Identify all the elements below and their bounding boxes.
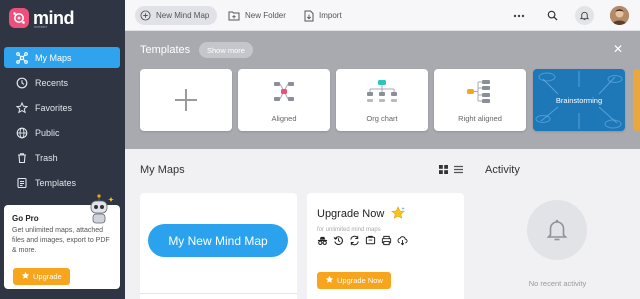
sidebar-item-favorites[interactable]: Favorites [4,97,120,118]
star-badge-icon [21,271,30,282]
template-label: Aligned [271,114,297,123]
star-icon [16,101,28,114]
cloud-download-icon [397,235,408,249]
plus-circle-icon [140,10,151,21]
new-mind-map-button[interactable]: New Mind Map [135,6,217,25]
pro-feature-icons [317,235,408,249]
import-label: Import [319,11,342,20]
template-blank[interactable] [140,69,232,131]
upgrade-now-button[interactable]: Upgrade Now [317,272,391,289]
template-aligned[interactable]: Aligned [238,69,330,131]
incognito-icon [317,235,328,249]
robot-mascot-icon [82,193,116,227]
sidebar-item-public[interactable]: Public [4,122,120,143]
template-right-aligned[interactable]: Right aligned [434,69,526,131]
sidebar-item-recents[interactable]: Recents [4,72,120,93]
sidebar-item-label: Templates [35,177,77,188]
sidebar-nav: My Maps Recents Favorites Public Trash T… [4,47,120,197]
close-icon[interactable]: ✕ [613,42,623,56]
search-icon[interactable] [543,6,562,25]
sidebar: mind meister My Maps Recents Favorites P [0,0,125,299]
new-mind-map-label: New Mind Map [156,11,210,20]
template-icon [16,177,28,189]
sync-icon [349,235,360,249]
sidebar-upgrade-label: Upgrade [33,272,62,281]
user-avatar[interactable] [610,6,629,25]
new-folder-button[interactable]: New Folder [228,6,286,25]
template-label: Org chart [366,114,398,123]
attachment-icon [365,235,376,249]
new-map-card: My New Mind Map [140,193,297,299]
activity-title: Activity [485,164,520,176]
upgrade-now-label: Upgrade Now [337,276,383,285]
card-divider [140,293,297,299]
no-activity-text: No recent activity [528,279,587,288]
sidebar-item-templates[interactable]: Templates [4,172,120,193]
sidebar-item-trash[interactable]: Trash [4,147,120,168]
grid-view-icon[interactable] [439,165,448,177]
upgrade-card-subtitle: for unlimited mind maps [317,227,381,233]
logo-badge-icon [9,8,29,28]
sidebar-item-label: Trash [35,152,58,163]
import-button[interactable]: Import [304,6,342,25]
activity-panel: No recent activity [475,183,640,299]
template-brainstorming[interactable]: Brainstorming [533,69,625,131]
sidebar-upgrade-button[interactable]: Upgrade [13,268,70,285]
my-new-mind-map-button[interactable]: My New Mind Map [148,224,288,257]
template-label: Right aligned [458,114,502,123]
sidebar-item-my-maps[interactable]: My Maps [4,47,120,68]
sidebar-item-label: My Maps [35,52,72,63]
templates-panel: Templates Show more ✕ Aligned Org chart … [125,31,640,149]
more-options-icon[interactable] [509,6,528,25]
template-label: Brainstorming [555,96,603,105]
clock-icon [16,77,28,89]
top-toolbar: New Mind Map New Folder Import [125,0,640,31]
new-folder-label: New Folder [245,11,286,20]
template-org-chart[interactable]: Org chart [336,69,428,131]
trash-icon [16,152,28,164]
template-next-peek[interactable] [633,69,640,131]
star-badge-icon [391,206,405,223]
upgrade-card: Upgrade Now for unlimited mind maps Upgr… [307,193,464,299]
notifications-bell-icon[interactable] [575,6,594,25]
logo-subtext: meister [34,24,48,29]
activity-bell-icon [527,200,587,260]
sidebar-item-label: Favorites [35,102,73,113]
templates-title: Templates [140,44,191,56]
globe-icon [16,127,28,139]
sidebar-item-label: Recents [35,77,69,88]
print-icon [381,235,392,249]
my-maps-title: My Maps [140,164,185,176]
history-icon [333,235,344,249]
show-more-button[interactable]: Show more [199,42,253,58]
upgrade-card-title: Upgrade Now [317,208,385,220]
go-pro-text: Get unlimited maps, attached files and i… [12,227,110,254]
mindmap-icon [16,51,28,64]
list-view-icon[interactable] [454,165,463,177]
folder-plus-icon [228,10,240,21]
star-badge-icon [325,275,334,286]
sidebar-item-label: Public [35,127,60,138]
import-file-icon [304,10,314,22]
